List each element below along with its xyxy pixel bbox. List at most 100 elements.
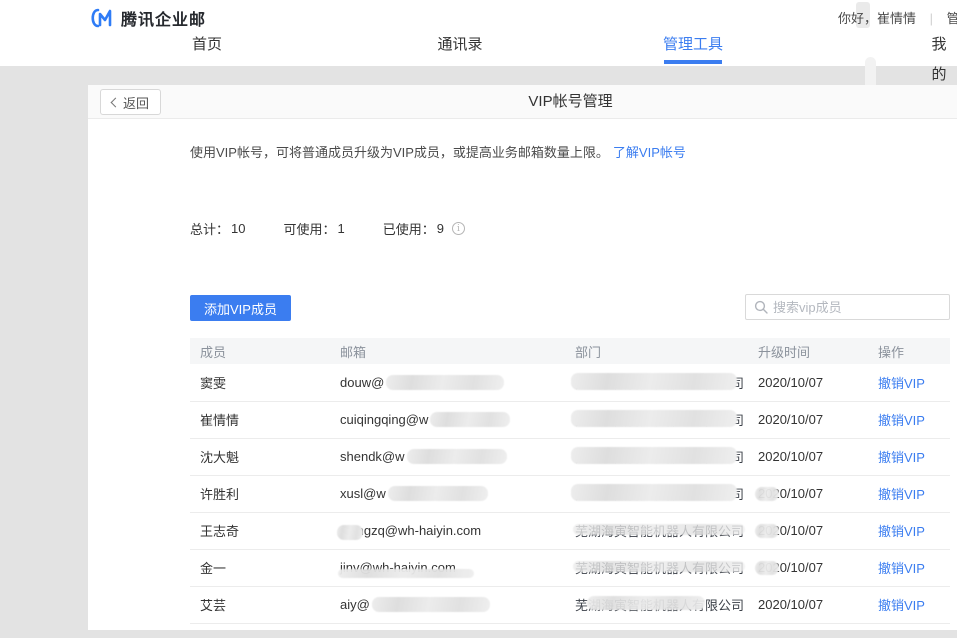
redaction-smudge xyxy=(571,447,737,464)
quota-stats: 总计：10 可使用：1 已使用：9 i xyxy=(190,219,465,238)
logo-text: 腾讯企业邮 xyxy=(121,6,206,30)
redaction-smudge xyxy=(573,561,745,572)
revoke-vip-link[interactable]: 撤销VIP xyxy=(878,450,925,465)
action-cell: 撤销VIP xyxy=(878,512,950,549)
redaction-smudge xyxy=(386,375,504,390)
action-cell: 撤销VIP xyxy=(878,401,950,438)
email-cell: shendk@w xyxy=(340,438,575,475)
revoke-vip-link[interactable]: 撤销VIP xyxy=(878,413,925,428)
tab-home[interactable]: 首页 xyxy=(192,30,222,66)
col-member: 成员 xyxy=(190,338,340,364)
upgrade-time-cell: 2020/10/07 xyxy=(758,512,878,549)
panel-header: 返回 VIP帐号管理 xyxy=(88,85,957,119)
email-cell: douw@ xyxy=(340,364,575,401)
upgrade-time-cell: 2020/10/07 xyxy=(758,364,878,401)
col-upgrade-time: 升级时间 xyxy=(758,338,878,364)
action-cell: 撤销VIP xyxy=(878,586,950,623)
tab-my-enterprise[interactable]: 我的企业 xyxy=(932,30,949,66)
upgrade-time-cell: 2020/10/07 xyxy=(758,549,878,586)
vip-management-panel: 返回 VIP帐号管理 使用VIP帐号，可将普通成员升级为VIP成员，或提高业务邮… xyxy=(88,85,957,630)
manage-enterprise-link[interactable]: 管理企 xyxy=(947,11,957,26)
app-logo: 腾讯企业邮 xyxy=(88,6,206,30)
col-email: 邮箱 xyxy=(340,338,575,364)
revoke-vip-link[interactable]: 撤销VIP xyxy=(878,561,925,576)
member-name-cell: 许胜利 xyxy=(190,475,340,512)
redaction-smudge xyxy=(573,524,745,535)
search-box xyxy=(745,294,950,320)
revoke-vip-link[interactable]: 撤销VIP xyxy=(878,524,925,539)
search-icon xyxy=(754,300,768,314)
department-cell: 芜湖海寅智能机器人有限公司 xyxy=(575,364,758,401)
stat-available: 可使用：1 xyxy=(283,219,344,238)
search-input[interactable] xyxy=(773,300,949,315)
redaction-smudge xyxy=(372,597,490,612)
info-icon[interactable]: i xyxy=(452,222,465,235)
table-row: 窦雯 douw@ 芜湖海寅智能机器人有限公司 2020/10/07 撤销VIP xyxy=(190,364,950,401)
email-cell: cuiqingqing@w xyxy=(340,401,575,438)
redaction-smudge xyxy=(430,412,510,427)
table-row: 王志奇 wangzq@wh-haiyin.com 芜湖海寅智能机器人有限公司 2… xyxy=(190,512,950,549)
divider: | xyxy=(930,11,933,26)
redaction-smudge xyxy=(755,487,779,501)
col-department: 部门 xyxy=(575,338,758,364)
table-row: 许胜利 xusl@w 芜湖海寅智能机器人有限公司 2020/10/07 撤销VI… xyxy=(190,475,950,512)
redaction-smudge xyxy=(755,561,779,575)
revoke-vip-link[interactable]: 撤销VIP xyxy=(878,487,925,502)
upgrade-time-cell: 2020/10/07 xyxy=(758,475,878,512)
email-cell: xusl@w xyxy=(340,475,575,512)
vip-members-table: 成员 邮箱 部门 升级时间 操作 窦雯 douw@ 芜湖海寅智能机器人有限公司 … xyxy=(190,338,950,624)
redaction-smudge xyxy=(571,484,737,501)
upgrade-time-cell: 2020/10/07 xyxy=(758,586,878,623)
department-cell: 芜湖海寅智能机器人有限公司 xyxy=(575,475,758,512)
table-row: 金一 jinv@wh-haiyin.com 芜湖海寅智能机器人有限公司 2020… xyxy=(190,549,950,586)
redaction-smudge xyxy=(388,486,488,501)
action-cell: 撤销VIP xyxy=(878,364,950,401)
exmail-logo-icon xyxy=(88,8,114,28)
revoke-vip-link[interactable]: 撤销VIP xyxy=(878,376,925,391)
member-name-cell: 金一 xyxy=(190,549,340,586)
upgrade-time-cell: 2020/10/07 xyxy=(758,438,878,475)
greeting-text: 你好，崔情情 xyxy=(838,11,916,26)
stat-used: 已使用：9 i xyxy=(383,219,465,238)
main-nav: 首页 通讯录 管理工具 我的企业 xyxy=(0,30,957,66)
action-cell: 撤销VIP xyxy=(878,438,950,475)
user-area: 你好，崔情情 | 管理企 xyxy=(838,8,957,27)
department-cell: 芜湖海寅智能机器人有限公司 xyxy=(575,549,758,586)
tab-contacts[interactable]: 通讯录 xyxy=(437,30,482,66)
department-cell: 芜湖海寅智能机器人有限公司 xyxy=(575,401,758,438)
department-cell: 芜湖海寅智能机器人有限公司 xyxy=(575,586,758,623)
member-name-cell: 王志奇 xyxy=(190,512,340,549)
redaction-smudge xyxy=(338,569,474,578)
table-header-row: 成员 邮箱 部门 升级时间 操作 xyxy=(190,338,950,364)
table-row: 沈大魁 shendk@w 芜湖海寅智能机器人有限公司 2020/10/07 撤销… xyxy=(190,438,950,475)
member-name-cell: 崔情情 xyxy=(190,401,340,438)
redaction-smudge xyxy=(337,525,363,540)
page-title: VIP帐号管理 xyxy=(88,85,957,119)
redaction-smudge xyxy=(571,410,737,427)
email-cell: wangzq@wh-haiyin.com xyxy=(340,512,575,549)
top-header: 腾讯企业邮 你好，崔情情 | 管理企 首页 通讯录 管理工具 我的企业 xyxy=(0,0,957,66)
department-cell: 芜湖海寅智能机器人有限公司 xyxy=(575,438,758,475)
revoke-vip-link[interactable]: 撤销VIP xyxy=(878,598,925,613)
learn-more-link[interactable]: 了解VIP帐号 xyxy=(613,145,686,160)
redaction-smudge xyxy=(755,524,779,538)
email-cell: aiy@ xyxy=(340,586,575,623)
redaction-smudge xyxy=(587,596,705,610)
redaction-smudge xyxy=(571,373,737,390)
description-text: 使用VIP帐号，可将普通成员升级为VIP成员，或提高业务邮箱数量上限。了解VIP… xyxy=(190,142,686,161)
member-name-cell: 窦雯 xyxy=(190,364,340,401)
col-actions: 操作 xyxy=(878,338,950,364)
redaction-smudge xyxy=(407,449,507,464)
add-vip-button[interactable]: 添加VIP成员 xyxy=(190,295,291,321)
action-cell: 撤销VIP xyxy=(878,549,950,586)
department-cell: 芜湖海寅智能机器人有限公司 xyxy=(575,512,758,549)
tab-admin-tools[interactable]: 管理工具 xyxy=(663,30,723,66)
table-row: 崔情情 cuiqingqing@w 芜湖海寅智能机器人有限公司 2020/10/… xyxy=(190,401,950,438)
upgrade-time-cell: 2020/10/07 xyxy=(758,401,878,438)
member-name-cell: 沈大魁 xyxy=(190,438,340,475)
action-cell: 撤销VIP xyxy=(878,475,950,512)
table-row: 艾芸 aiy@ 芜湖海寅智能机器人有限公司 2020/10/07 撤销VIP xyxy=(190,586,950,623)
member-name-cell: 艾芸 xyxy=(190,586,340,623)
email-cell: jinv@wh-haiyin.com xyxy=(340,549,575,586)
stat-total: 总计：10 xyxy=(190,219,245,238)
